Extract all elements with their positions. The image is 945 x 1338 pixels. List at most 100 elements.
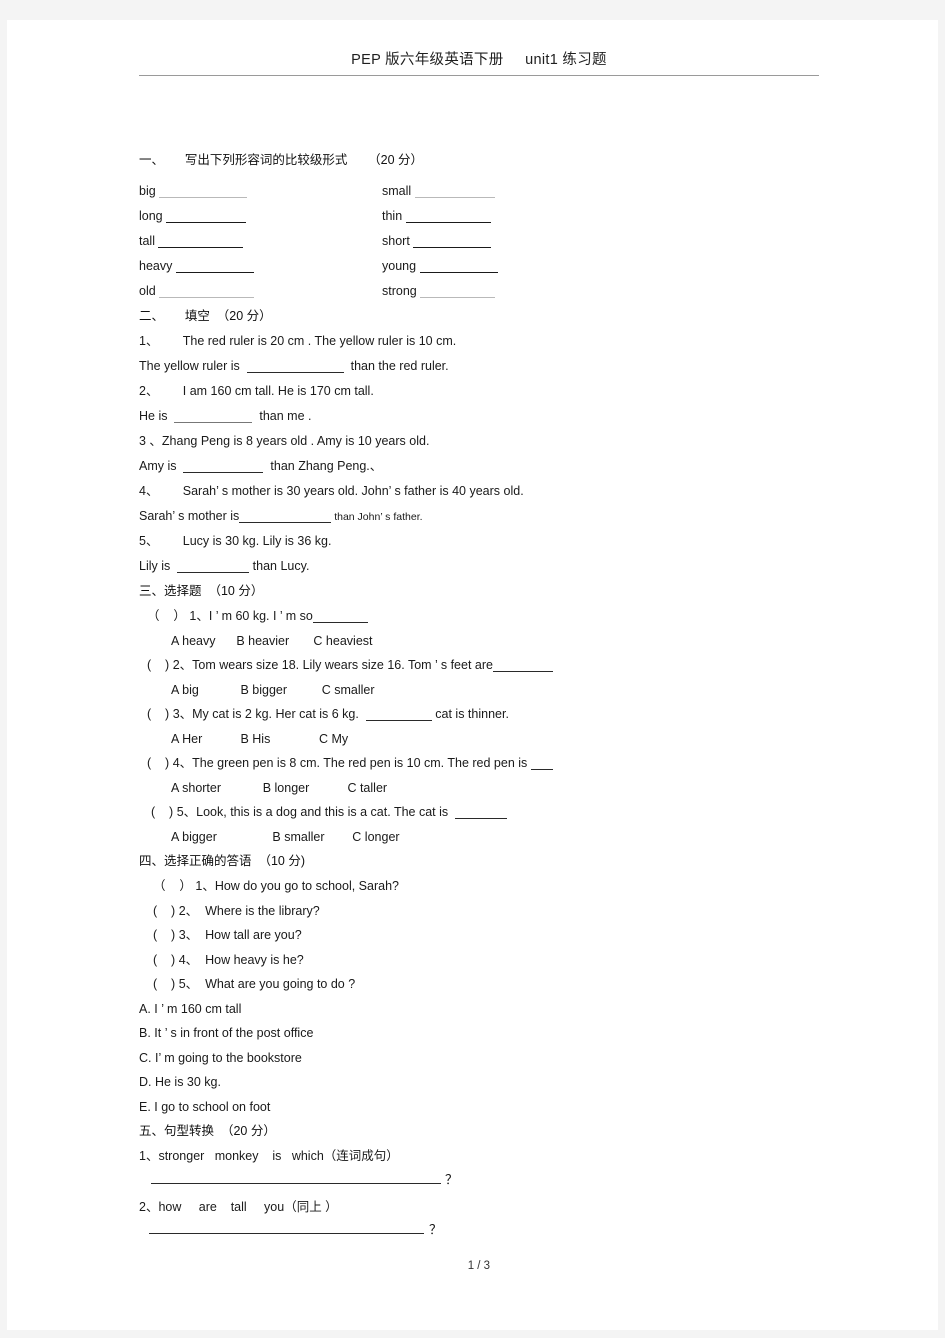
choice-question: ( ) 2、Tom wears size 18. Lily wears size… [139, 653, 839, 678]
matching-question: ( ) 2、 Where is the library? [139, 899, 839, 924]
page-title: PEP 版六年级英语下册 unit1 练习题 [351, 52, 607, 68]
answer-blank[interactable] [405, 222, 491, 223]
answer-blank[interactable] [175, 272, 254, 273]
transform-prompt: 2、how are tall you（同上 ） [139, 1199, 338, 1214]
adjective-label: thin [382, 209, 403, 223]
choice-options[interactable]: A shorter B longer C taller [139, 776, 839, 801]
question-text: 2、Tom wears size 18. Lily wears size 16.… [169, 658, 493, 672]
answer-blank[interactable] [166, 222, 247, 223]
answer-bracket[interactable]: ( ) [153, 977, 175, 991]
choice-question: ( ) 5、Look, this is a dog and this is a … [139, 800, 839, 825]
answer-blank[interactable] [455, 818, 508, 819]
answer-blank[interactable] [159, 297, 255, 298]
answer-blank[interactable] [530, 769, 553, 770]
adjective-pair-right: short [382, 229, 492, 254]
text-before-blank: Sarah’ s mother is [139, 509, 240, 523]
question-text: 5、Look, this is a dog and this is a cat.… [173, 805, 456, 819]
answer-blank[interactable] [492, 671, 553, 672]
matching-answer-option[interactable]: E. I go to school on foot [139, 1095, 839, 1120]
adjective-pair-left: heavy [139, 254, 254, 279]
document-body: 一、 写出下列形容词的比较级形式 （20 分） big small long t… [139, 148, 839, 1245]
table-row: big small [139, 179, 839, 204]
answer-blank[interactable] [419, 272, 498, 273]
section-heading-3: 三、选择题 （10 分） [139, 584, 264, 598]
answer-bracket[interactable]: （ ） [153, 879, 192, 893]
question-prompt: 2、 I am 160 cm tall. He is 170 cm tall. [139, 384, 374, 398]
question-text: 5、 What are you going to do ? [175, 977, 356, 991]
answer-blank[interactable] [149, 1233, 424, 1234]
question-prompt: 1、 The red ruler is 20 cm . The yellow r… [139, 334, 457, 348]
text-after-blank: than Zhang Peng.、 [263, 459, 383, 473]
choice-question: ( ) 4、The green pen is 8 cm. The red pen… [139, 751, 839, 776]
adjective-pair-right: young [382, 254, 498, 279]
adjective-label: small [382, 184, 412, 198]
answer-blank[interactable] [312, 622, 368, 623]
matching-question: ( ) 3、 How tall are you? [139, 923, 839, 948]
answer-blank[interactable] [365, 720, 432, 721]
answer-blank[interactable] [159, 197, 248, 198]
document-page: PEP 版六年级英语下册 unit1 练习题 一、 写出下列形容词的比较级形式 … [7, 20, 938, 1330]
adjective-pair-right: thin [382, 204, 491, 229]
answer-blank[interactable] [183, 472, 264, 473]
adjective-comparative-table: big small long thin tall short heavy you… [139, 179, 839, 304]
answer-bracket[interactable]: ( ) [147, 707, 169, 721]
question-mark: ？ [445, 1171, 459, 1187]
answer-bracket[interactable]: ( ) [147, 658, 169, 672]
matching-answer-option[interactable]: B. It ’ s in front of the post office [139, 1021, 839, 1046]
question-answer-line: The yellow ruler is than the red ruler. [139, 354, 839, 379]
text-after-blank: than me . [252, 409, 312, 423]
adjective-label: heavy [139, 259, 173, 273]
matching-question: ( ) 5、 What are you going to do ? [139, 972, 839, 997]
answer-blank[interactable] [420, 297, 496, 298]
question-answer-line: He is than me . [139, 404, 839, 429]
text-after-blank: than Lucy. [249, 559, 310, 573]
answer-blank[interactable] [246, 372, 344, 373]
answer-blank[interactable] [414, 197, 495, 198]
choice-question: ( ) 3、My cat is 2 kg. Her cat is 6 kg. c… [139, 702, 839, 727]
answer-bracket[interactable]: ( ) [147, 756, 169, 770]
question-prompt: 5、 Lucy is 30 kg. Lily is 36 kg. [139, 534, 332, 548]
adjective-pair-left: tall [139, 229, 244, 254]
answer-bracket[interactable]: ( ) [153, 904, 175, 918]
question-text: 2、 Where is the library? [175, 903, 320, 918]
text-before-blank: Amy is [139, 459, 184, 473]
answer-blank[interactable] [177, 572, 250, 573]
choice-options[interactable]: A bigger B smaller C longer [139, 825, 839, 850]
choice-options[interactable]: A heavy B heavier C heaviest [139, 629, 839, 654]
adjective-label: young [382, 259, 417, 273]
answer-blank[interactable] [174, 422, 253, 423]
question-text: 1、I ’ m 60 kg. I ’ m so [185, 609, 313, 623]
adjective-label: strong [382, 284, 417, 298]
matching-question: ( ) 4、 How heavy is he? [139, 948, 839, 973]
question-answer-line: Sarah’ s mother is than John’ s father. [139, 504, 839, 529]
answer-bracket[interactable]: ( ) [153, 928, 175, 942]
answer-blank[interactable] [413, 247, 492, 248]
adjective-pair-left: big [139, 179, 248, 204]
answer-blank[interactable] [151, 1182, 441, 1184]
matching-question: （ ） 1、How do you go to school, Sarah? [139, 874, 839, 899]
choice-options[interactable]: A big B bigger C smaller [139, 678, 839, 703]
adjective-label: big [139, 184, 156, 198]
page-number: 1 / 3 [467, 1260, 491, 1272]
table-row: heavy young [139, 254, 839, 279]
section-heading-4: 四、选择正确的答语 （10 分) [139, 854, 305, 868]
adjective-label: long [139, 209, 163, 223]
choice-question: （ ） 1、I ’ m 60 kg. I ’ m so [139, 604, 839, 629]
transform-answer-row: ？ [139, 1219, 839, 1245]
answer-bracket[interactable]: ( ) [151, 805, 173, 819]
transform-answer-row: ？ [139, 1169, 839, 1195]
question-text: 4、 How heavy is he? [175, 952, 304, 967]
text-before-blank: Lily is [139, 559, 178, 573]
answer-bracket[interactable]: ( ) [153, 953, 175, 967]
choice-options[interactable]: A Her B His C My [139, 727, 839, 752]
matching-answer-option[interactable]: A. I ’ m 160 cm tall [139, 997, 839, 1022]
matching-answer-option[interactable]: D. He is 30 kg. [139, 1070, 839, 1095]
matching-answer-option[interactable]: C. I’ m going to the bookstore [139, 1046, 839, 1071]
adjective-pair-left: old [139, 279, 255, 304]
answer-blank[interactable] [239, 522, 332, 523]
question-mark: ？ [429, 1222, 443, 1237]
answer-bracket[interactable]: （ ） [147, 609, 186, 623]
answer-blank[interactable] [158, 247, 244, 248]
table-row: long thin [139, 204, 839, 229]
section-heading-1: 一、 写出下列形容词的比较级形式 （20 分） [139, 153, 424, 167]
